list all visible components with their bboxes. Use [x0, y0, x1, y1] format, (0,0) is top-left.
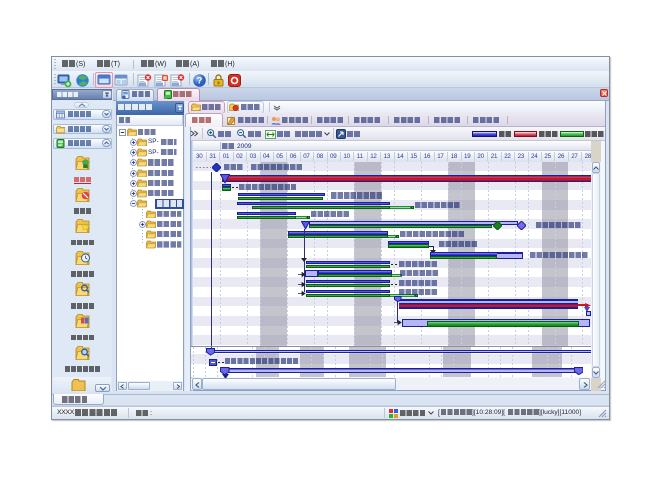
svg-text:?: ? — [197, 76, 203, 86]
